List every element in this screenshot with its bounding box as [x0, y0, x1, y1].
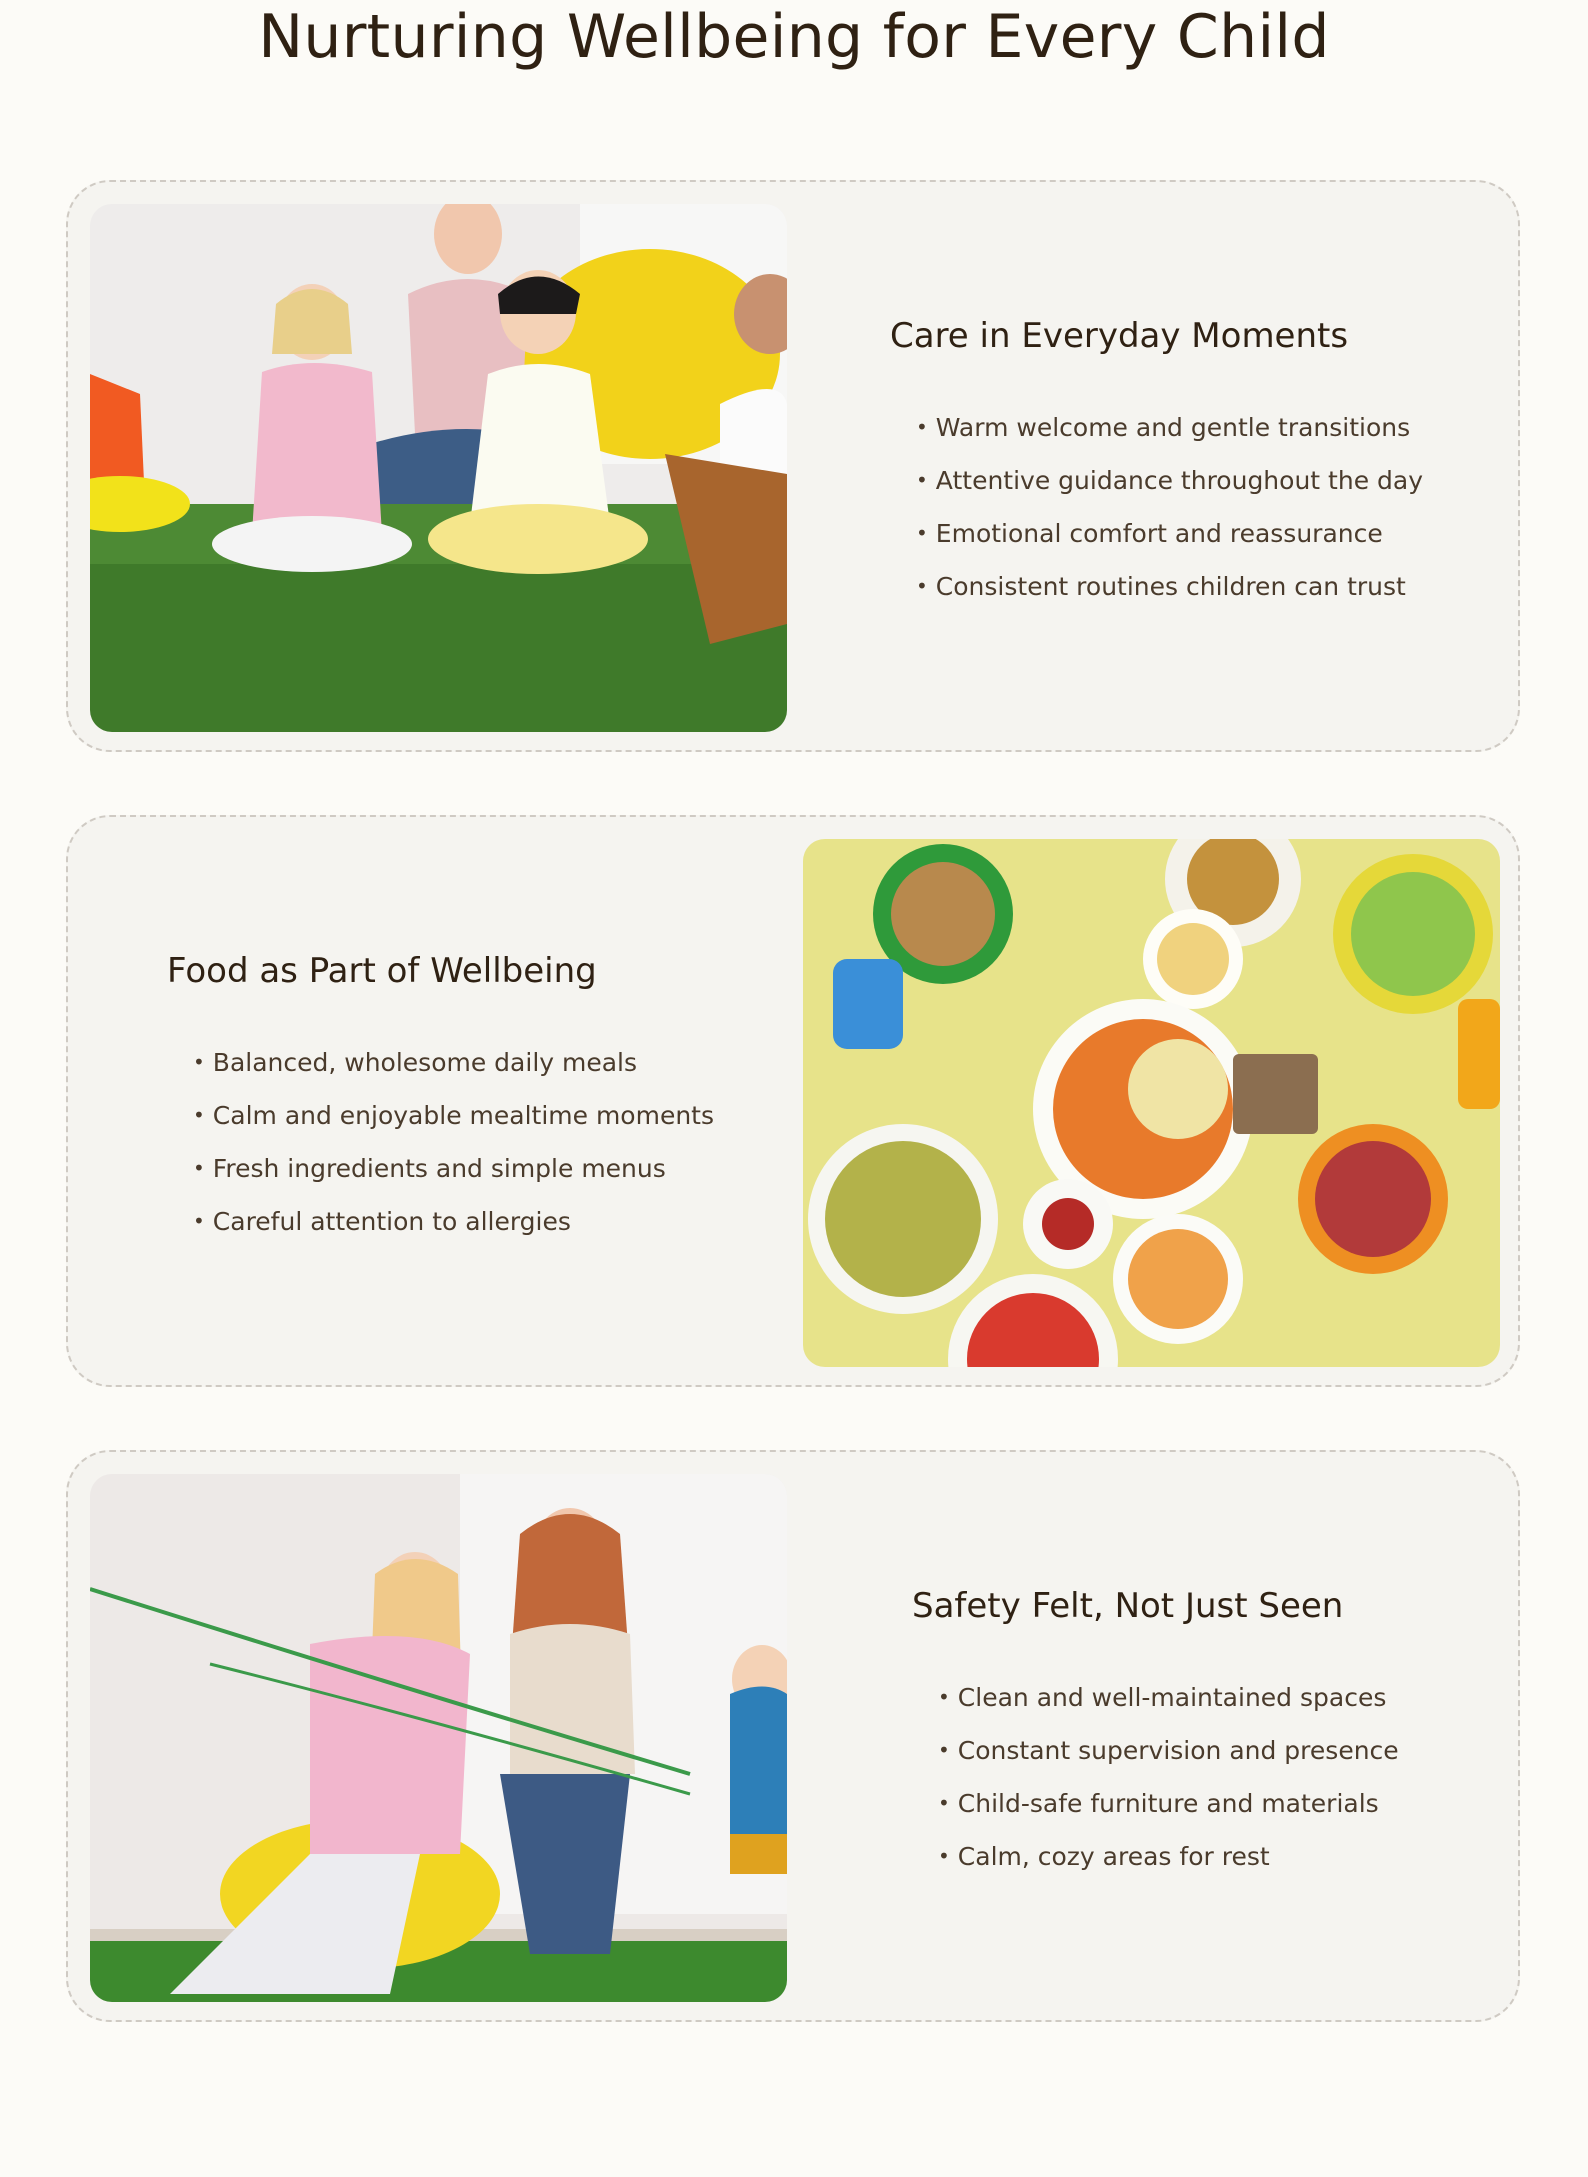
care-photo	[90, 204, 787, 732]
list-item: Warm welcome and gentle transitions	[916, 402, 1423, 455]
list-item: Consistent routines children can trust	[916, 561, 1423, 614]
safety-photo	[90, 1474, 787, 2002]
care-heading: Care in Everyday Moments	[890, 316, 1349, 356]
care-list: Warm welcome and gentle transitions Atte…	[916, 402, 1423, 614]
safety-heading: Safety Felt, Not Just Seen	[912, 1586, 1344, 1626]
section-card-safety: Safety Felt, Not Just Seen Clean and wel…	[66, 1450, 1520, 2022]
list-item: Balanced, wholesome daily meals	[193, 1037, 714, 1090]
care-text: Care in Everyday Moments Warm welcome an…	[890, 316, 1423, 614]
food-photo	[803, 839, 1500, 1367]
food-list: Balanced, wholesome daily meals Calm and…	[193, 1037, 714, 1249]
section-card-care: Care in Everyday Moments Warm welcome an…	[66, 180, 1520, 752]
list-item: Emotional comfort and reassurance	[916, 508, 1423, 561]
list-item: Calm, cozy areas for rest	[938, 1831, 1399, 1884]
list-item: Child-safe furniture and materials	[938, 1778, 1399, 1831]
list-item: Constant supervision and presence	[938, 1725, 1399, 1778]
list-item: Careful attention to allergies	[193, 1196, 714, 1249]
food-heading: Food as Part of Wellbeing	[167, 951, 597, 991]
section-card-food: Food as Part of Wellbeing Balanced, whol…	[66, 815, 1520, 1387]
list-item: Fresh ingredients and simple menus	[193, 1143, 714, 1196]
safety-list: Clean and well-maintained spaces Constan…	[938, 1672, 1399, 1884]
page-title: Nurturing Wellbeing for Every Child	[258, 2, 1330, 72]
list-item: Attentive guidance throughout the day	[916, 455, 1423, 508]
list-item: Calm and enjoyable mealtime moments	[193, 1090, 714, 1143]
safety-text: Safety Felt, Not Just Seen Clean and wel…	[912, 1586, 1399, 1884]
page: Nurturing Wellbeing for Every Child Care…	[0, 0, 1588, 2177]
list-item: Clean and well-maintained spaces	[938, 1672, 1399, 1725]
food-text: Food as Part of Wellbeing Balanced, whol…	[167, 951, 714, 1249]
